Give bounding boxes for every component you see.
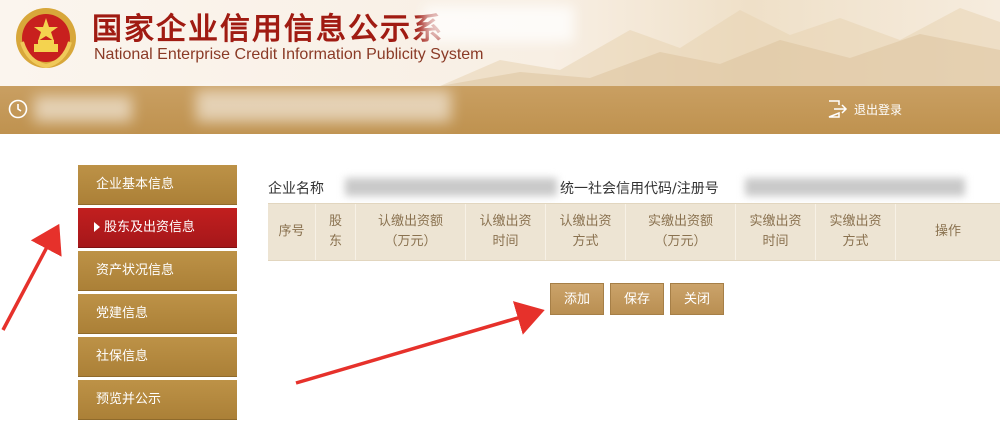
col-subscribed-method: 认缴出资 方式 [546,204,626,260]
active-marker-icon [94,221,100,232]
site-title: 国家企业信用信息公示系 [92,12,444,47]
col-index: 序号 [268,204,316,260]
close-button[interactable]: 关闭 [670,283,725,315]
clock-icon [8,99,28,119]
sidebar-item-shareholder-info[interactable]: 股东及出资信息 [78,208,237,248]
sidebar-item-label: 资产状况信息 [96,263,175,278]
col-subscribed-amount: 认缴出资额 （万元） [356,204,466,260]
sidebar-item-label: 股东及出资信息 [104,220,196,235]
save-button[interactable]: 保存 [610,283,665,315]
logout-icon [828,100,848,118]
sidebar-item-party-info[interactable]: 党建信息 [78,294,237,334]
arrow-to-add-button [295,301,545,385]
col-shareholder: 股东 [316,204,356,260]
redacted-company-name [345,178,557,196]
col-subscribed-time: 认缴出资 时间 [466,204,546,260]
logout-button[interactable]: 退出登录 [826,99,902,119]
page: 国家企业信用信息公示系 National Enterprise Credit I… [0,0,1000,435]
sidebar-item-preview-publish[interactable]: 预览并公示 [78,380,237,420]
sidebar-item-label: 党建信息 [96,306,149,321]
site-title-english: National Enterprise Credit Information P… [94,46,484,63]
redacted-credit-code [745,178,965,196]
sidebar-item-label: 企业基本信息 [96,177,175,192]
action-buttons: 添加 保存 关闭 [550,283,725,315]
national-emblem-icon [16,8,76,69]
col-actions: 操作 [934,224,961,239]
col-paid-amount: 实缴出资额 （万元） [626,204,736,260]
header-banner: 国家企业信用信息公示系 National Enterprise Credit I… [0,0,1000,86]
col-paid-time: 实缴出资 时间 [736,204,816,260]
sidebar-item-social-insurance[interactable]: 社保信息 [78,337,237,377]
sidebar-item-basic-info[interactable]: 企业基本信息 [78,165,237,205]
company-name-label: 企业名称 [268,181,324,197]
redacted-login-time [34,96,132,122]
redacted-title-end [424,6,574,42]
sidebar-item-asset-info[interactable]: 资产状况信息 [78,251,237,291]
arrow-to-shareholder-menu [1,223,62,331]
redacted-company-info [196,90,451,122]
shareholder-table-header: 序号 股东 认缴出资额 （万元） 认缴出资 时间 认缴出资 方式 实缴出资额 （万元） … [268,203,1000,261]
sidebar-item-label: 社保信息 [96,349,149,364]
sidebar-menu: 企业基本信息 股东及出资信息 资产状况信息 党建信息 社保信息 预览并公示 [78,165,237,423]
add-button[interactable]: 添加 [550,283,605,315]
sidebar-item-label: 预览并公示 [96,392,162,407]
col-paid-method: 实缴出资 方式 [816,204,896,260]
logout-label: 退出登录 [854,102,903,117]
credit-code-label: 统一社会信用代码/注册号 [560,181,719,197]
